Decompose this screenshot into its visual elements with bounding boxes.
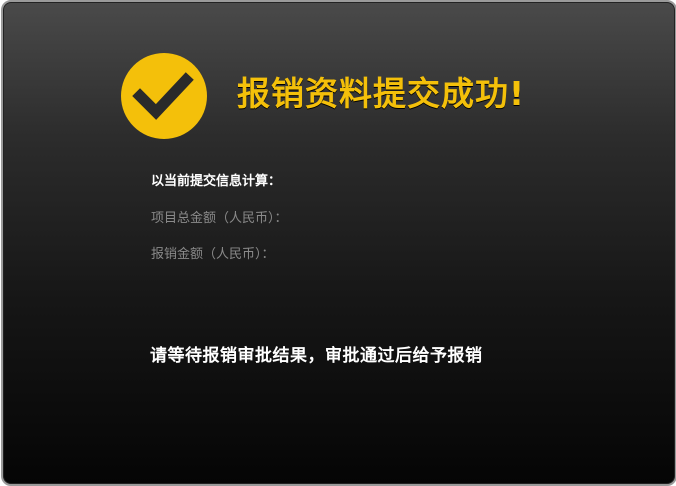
total-amount-label: 项目总金额（人民币）： <box>151 211 288 226</box>
calc-info-heading: 以当前提交信息计算： <box>151 174 282 189</box>
submission-success-dialog: 报销资料提交成功! 以当前提交信息计算： 项目总金额（人民币）： 报销金额（人民… <box>1 0 676 486</box>
success-title: 报销资料提交成功! <box>237 70 525 118</box>
reimbursement-amount-label: 报销金额（人民币）： <box>151 247 275 262</box>
checkmark-circle-icon <box>121 53 207 139</box>
success-title-text: 报销资料提交成功 <box>237 74 509 113</box>
success-title-punct: ! <box>509 74 526 113</box>
approval-notice: 请等待报销审批结果，审批通过后给予报销 <box>150 346 483 366</box>
